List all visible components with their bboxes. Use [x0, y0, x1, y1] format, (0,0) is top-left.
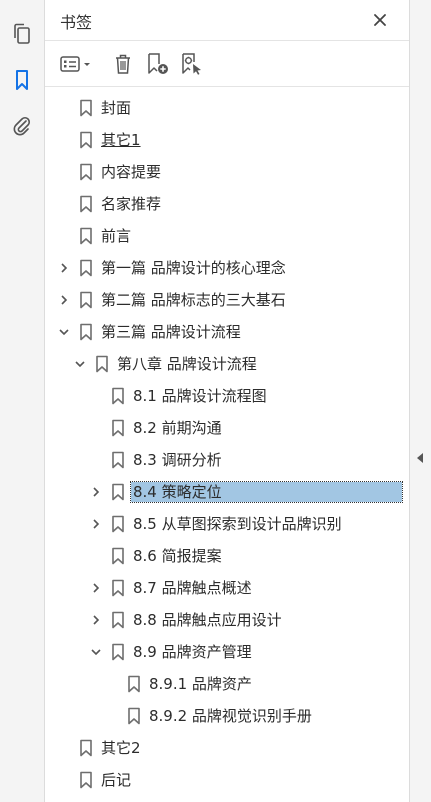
options-button[interactable] — [59, 51, 95, 77]
bookmark-icon — [79, 323, 93, 341]
bookmark-label: 8.2 前期沟通 — [133, 419, 222, 437]
close-icon[interactable] — [369, 9, 391, 31]
chevron-right-icon[interactable] — [57, 293, 71, 307]
chevron-down-icon[interactable] — [73, 357, 87, 371]
bookmark-label: 其它2 — [101, 739, 141, 757]
bookmark-label: 8.9 品牌资产管理 — [133, 643, 252, 661]
bookmark-icon — [79, 99, 93, 117]
bookmark-icon — [127, 707, 141, 725]
bookmark-label: 后记 — [101, 771, 132, 789]
bookmark-icon — [79, 163, 93, 181]
chevron-right-icon[interactable] — [89, 581, 103, 595]
bookmark-label: 8.6 简报提案 — [133, 547, 222, 565]
trash-icon[interactable] — [111, 51, 135, 77]
bookmark-item[interactable]: 内容提要 — [45, 156, 409, 188]
bookmark-label: 8.5 从草图探索到设计品牌识别 — [133, 515, 342, 533]
bookmark-icon — [111, 643, 125, 661]
bookmark-icon — [79, 227, 93, 245]
bookmark-item[interactable]: 8.9.2 品牌视觉识别手册 — [45, 700, 409, 732]
chevron-down-icon[interactable] — [89, 645, 103, 659]
bookmark-label: 封面 — [101, 99, 132, 117]
bookmark-icon — [79, 131, 93, 149]
bookmark-label: 8.4 策略定位 — [130, 481, 403, 503]
pages-icon[interactable] — [6, 18, 38, 50]
bookmark-item[interactable]: 第八章 品牌设计流程 — [45, 348, 409, 380]
bookmark-label: 其它1 — [101, 131, 141, 149]
bookmark-label: 8.9.2 品牌视觉识别手册 — [149, 707, 312, 725]
bookmark-label: 第三篇 品牌设计流程 — [101, 323, 241, 341]
bookmark-label: 内容提要 — [101, 163, 162, 181]
chevron-down-icon[interactable] — [57, 325, 71, 339]
bookmark-icon — [79, 771, 93, 789]
bookmark-label: 第八章 品牌设计流程 — [117, 355, 257, 373]
bookmark-label: 8.8 品牌触点应用设计 — [133, 611, 282, 629]
new-bookmark-icon[interactable] — [145, 51, 171, 77]
bookmark-icon — [95, 355, 109, 373]
bookmark-icon — [111, 579, 125, 597]
bookmark-item[interactable]: 8.3 调研分析 — [45, 444, 409, 476]
bookmark-item[interactable]: 其它2 — [45, 732, 409, 764]
bookmark-item[interactable]: 8.9.1 品牌资产 — [45, 668, 409, 700]
bookmarks-toolbar — [45, 41, 409, 87]
panel-title: 书签 — [60, 13, 93, 32]
bookmark-icon — [79, 259, 93, 277]
bookmark-icon — [111, 387, 125, 405]
bookmark-icon — [111, 451, 125, 469]
bookmark-label: 前言 — [101, 227, 132, 245]
bookmark-item[interactable]: 第三篇 品牌设计流程 — [45, 316, 409, 348]
bookmark-item[interactable]: 8.6 简报提案 — [45, 540, 409, 572]
bookmark-item[interactable]: 其它1 — [45, 124, 409, 156]
bookmark-label: 8.9.1 品牌资产 — [149, 675, 252, 693]
bookmark-icon[interactable] — [6, 64, 38, 96]
bookmark-icon — [127, 675, 141, 693]
chevron-right-icon[interactable] — [89, 485, 103, 499]
bookmark-icon — [79, 195, 93, 213]
bookmarks-panel: 书签 封面 其它1 内容提要 名家推荐 前言 第一篇 品牌设计的核心理念 第二篇… — [45, 0, 409, 802]
panel-header: 书签 — [45, 0, 409, 41]
navigation-rail — [0, 0, 45, 802]
bookmark-icon — [111, 611, 125, 629]
bookmark-label: 8.7 品牌触点概述 — [133, 579, 252, 597]
bookmark-item[interactable]: 封面 — [45, 92, 409, 124]
bookmark-item[interactable]: 名家推荐 — [45, 188, 409, 220]
bookmark-label: 第二篇 品牌标志的三大基石 — [101, 291, 286, 309]
panel-splitter[interactable] — [409, 0, 431, 802]
chevron-right-icon[interactable] — [57, 261, 71, 275]
bookmark-label: 第一篇 品牌设计的核心理念 — [101, 259, 286, 277]
chevron-right-icon[interactable] — [89, 613, 103, 627]
bookmark-item[interactable]: 第二篇 品牌标志的三大基石 — [45, 284, 409, 316]
bookmark-label: 8.3 调研分析 — [133, 451, 222, 469]
bookmark-item[interactable]: 8.1 品牌设计流程图 — [45, 380, 409, 412]
bookmark-tree: 封面其它1 内容提要名家推荐前言第一篇 品牌设计的核心理念 第二篇 品牌标志的三大基… — [45, 87, 409, 796]
bookmark-icon — [111, 547, 125, 565]
bookmark-item[interactable]: 后记 — [45, 764, 409, 796]
bookmark-item[interactable]: 8.5 从草图探索到设计品牌识别 — [45, 508, 409, 540]
bookmark-icon — [111, 483, 125, 501]
bookmark-icon — [79, 291, 93, 309]
bookmark-item[interactable]: 8.8 品牌触点应用设计 — [45, 604, 409, 636]
bookmark-label: 8.1 品牌设计流程图 — [133, 387, 267, 405]
bookmark-icon — [111, 419, 125, 437]
chevron-right-icon[interactable] — [89, 517, 103, 531]
bookmark-item[interactable]: 前言 — [45, 220, 409, 252]
bookmark-item[interactable]: 8.4 策略定位 — [45, 476, 409, 508]
bookmark-icon — [111, 515, 125, 533]
bookmark-icon — [79, 739, 93, 757]
bookmark-item[interactable]: 第一篇 品牌设计的核心理念 — [45, 252, 409, 284]
bookmark-item[interactable]: 8.9 品牌资产管理 — [45, 636, 409, 668]
collapse-panel-icon[interactable] — [415, 451, 425, 465]
attachment-icon[interactable] — [6, 110, 38, 142]
bookmark-item[interactable]: 8.7 品牌触点概述 — [45, 572, 409, 604]
bookmark-structure-icon[interactable] — [179, 51, 205, 77]
bookmark-item[interactable]: 8.2 前期沟通 — [45, 412, 409, 444]
bookmark-label: 名家推荐 — [101, 195, 162, 213]
